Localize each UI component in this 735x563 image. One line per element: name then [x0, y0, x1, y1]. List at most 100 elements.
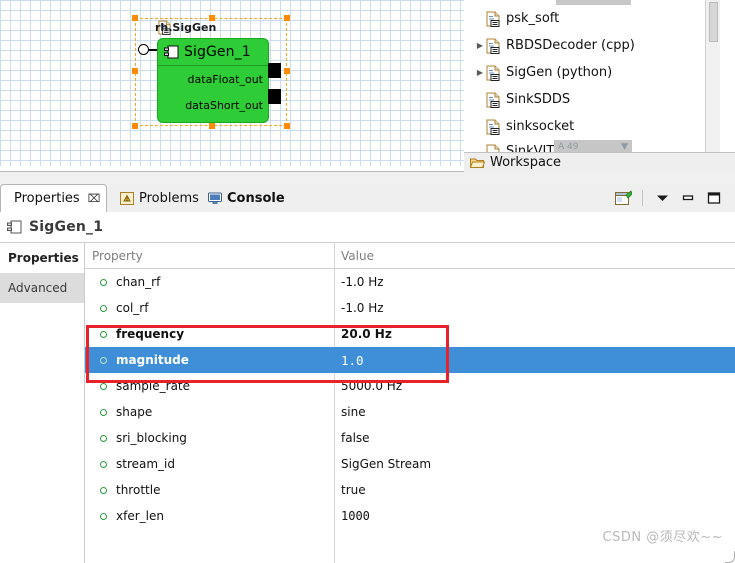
property-name: col_rf: [116, 301, 149, 315]
tab-label: Properties: [14, 191, 80, 206]
chevron-down-icon: [656, 195, 668, 201]
resize-handle-w[interactable]: [132, 68, 138, 74]
output-port-label: dataFloat_out: [187, 72, 263, 86]
table-row[interactable]: throttle true: [85, 477, 735, 503]
output-port-dataFloat[interactable]: dataFloat_out: [158, 66, 268, 92]
property-bullet-icon: [100, 304, 107, 312]
minimize-icon: [682, 195, 694, 201]
resize-handle-s[interactable]: [209, 123, 215, 129]
close-icon[interactable]: ⌧: [88, 192, 101, 205]
property-value[interactable]: sine: [341, 405, 366, 419]
section-tab-advanced[interactable]: Advanced: [0, 273, 84, 303]
tree-item-label: psk_soft: [506, 11, 560, 26]
component-file-icon: [486, 38, 500, 54]
property-bullet-icon: [100, 434, 107, 442]
tree-scrollbar-thumb[interactable]: [709, 2, 718, 42]
table-row[interactable]: col_rf -1.0 Hz: [85, 295, 735, 321]
tree-top-scroll-widget: [556, 0, 631, 5]
workspace-tab[interactable]: Workspace: [464, 152, 735, 172]
property-value[interactable]: -1.0 Hz: [341, 275, 384, 289]
folder-open-icon: [470, 158, 485, 168]
section-tab-label: Properties: [8, 251, 79, 265]
view-tabstrip: Properties ⌧ Problems Console: [0, 184, 735, 224]
property-value[interactable]: -1.0 Hz: [341, 301, 384, 315]
section-tab-properties[interactable]: Properties: [0, 243, 84, 273]
minimize-button[interactable]: [675, 187, 701, 209]
tab-label: Problems: [139, 190, 199, 206]
table-row[interactable]: sri_blocking false: [85, 425, 735, 451]
properties-view: Properties ⌧ Problems Console SigGen_1 P…: [0, 172, 735, 563]
output-port-dataShort[interactable]: dataShort_out: [158, 92, 268, 118]
property-value[interactable]: true: [341, 483, 366, 497]
expand-arrow-icon[interactable]: ▶: [474, 68, 486, 77]
property-name: sri_blocking: [116, 431, 187, 445]
view-toolbar: [610, 184, 727, 212]
resize-handle-nw[interactable]: [132, 15, 138, 21]
property-value[interactable]: 1000: [341, 509, 370, 523]
output-port-label: dataShort_out: [185, 98, 263, 112]
component-tree[interactable]: psk_soft ▶ RBDSDecoder (cpp) ▶ SigGen (p…: [464, 0, 720, 152]
property-name: shape: [116, 405, 153, 419]
siggen-component-block[interactable]: SigGen_1 dataFloat_out dataShort_out: [157, 38, 269, 123]
tree-scrollbar[interactable]: [705, 0, 720, 152]
table-row[interactable]: chan_rf -1.0 Hz: [85, 269, 735, 295]
properties-table: Property Value chan_rf -1.0 Hz col_rf -1…: [85, 243, 735, 563]
property-value[interactable]: SigGen Stream: [341, 457, 431, 471]
column-header-property[interactable]: Property: [92, 243, 143, 269]
property-name: throttle: [116, 483, 161, 497]
maximize-icon: [707, 192, 721, 204]
tree-overlay-spinner[interactable]: A 49 ▼: [554, 140, 632, 152]
property-value-editor[interactable]: 1.0: [341, 353, 364, 368]
tree-item-rbdsdecoder[interactable]: ▶ RBDSDecoder (cpp): [464, 32, 720, 59]
property-value[interactable]: 20.0 Hz: [341, 327, 392, 341]
input-port-circle-icon[interactable]: [138, 44, 149, 55]
component-file-icon: [486, 65, 500, 81]
toolbar-separator: [642, 190, 643, 206]
table-row-frequency[interactable]: frequency 20.0 Hz: [85, 321, 735, 347]
tab-console[interactable]: Console: [200, 184, 293, 212]
tree-item-siggen[interactable]: ▶ SigGen (python): [464, 59, 720, 86]
table-row[interactable]: shape sine: [85, 399, 735, 425]
tab-label: Console: [227, 190, 285, 206]
problems-warning-icon: [120, 191, 134, 205]
tab-problems[interactable]: Problems: [112, 184, 207, 212]
workspace-label: Workspace: [490, 155, 562, 170]
resize-handle-e[interactable]: [284, 68, 290, 74]
chevron-down-icon[interactable]: ▼: [621, 142, 628, 152]
resize-handle-se[interactable]: [284, 123, 290, 129]
tree-item-label: RBDSDecoder (cpp): [506, 38, 635, 53]
property-bullet-icon: [100, 382, 107, 390]
maximize-button[interactable]: [701, 187, 727, 209]
diagram-canvas[interactable]: rh.SigGen SigGen_1 dataFloat_out dataSho…: [0, 0, 464, 166]
tree-item-sinksdds[interactable]: SinkSDDS: [464, 86, 720, 113]
property-name: xfer_len: [116, 509, 164, 523]
property-name: frequency: [116, 327, 185, 341]
table-row[interactable]: sample_rate 5000.0 Hz: [85, 373, 735, 399]
new-properties-view-button[interactable]: [610, 187, 636, 209]
tree-item-label: SinkVIT: [506, 144, 555, 152]
resize-handle-ne[interactable]: [284, 15, 290, 21]
property-value[interactable]: 5000.0 Hz: [341, 379, 402, 393]
expand-arrow-icon[interactable]: ▶: [474, 41, 486, 50]
view-menu-button[interactable]: [649, 187, 675, 209]
tree-item-psk_soft[interactable]: psk_soft: [464, 5, 720, 32]
output-port-square-short[interactable]: [268, 89, 281, 104]
tree-item-label: SigGen (python): [506, 65, 613, 80]
property-sections: Properties Advanced: [0, 243, 85, 563]
table-row-magnitude[interactable]: magnitude 1.0: [85, 347, 735, 373]
tab-properties[interactable]: Properties ⌧: [0, 184, 107, 213]
component-icon: [164, 45, 179, 59]
output-port-square-float[interactable]: [268, 63, 281, 78]
property-bullet-icon: [100, 512, 107, 520]
column-header-value[interactable]: Value: [341, 243, 374, 269]
property-value[interactable]: false: [341, 431, 370, 445]
table-row[interactable]: stream_id SigGen Stream: [85, 451, 735, 477]
property-bullet-icon: [100, 408, 107, 416]
section-tab-label: Advanced: [8, 281, 68, 295]
overlay-value-label: A 49: [558, 141, 579, 152]
tree-item-sinksocket[interactable]: sinksocket: [464, 113, 720, 140]
resize-handle-sw[interactable]: [132, 123, 138, 129]
palette-tree-panel: psk_soft ▶ RBDSDecoder (cpp) ▶ SigGen (p…: [464, 0, 735, 172]
property-bullet-icon: [100, 356, 107, 364]
property-bullet-icon: [100, 460, 107, 468]
